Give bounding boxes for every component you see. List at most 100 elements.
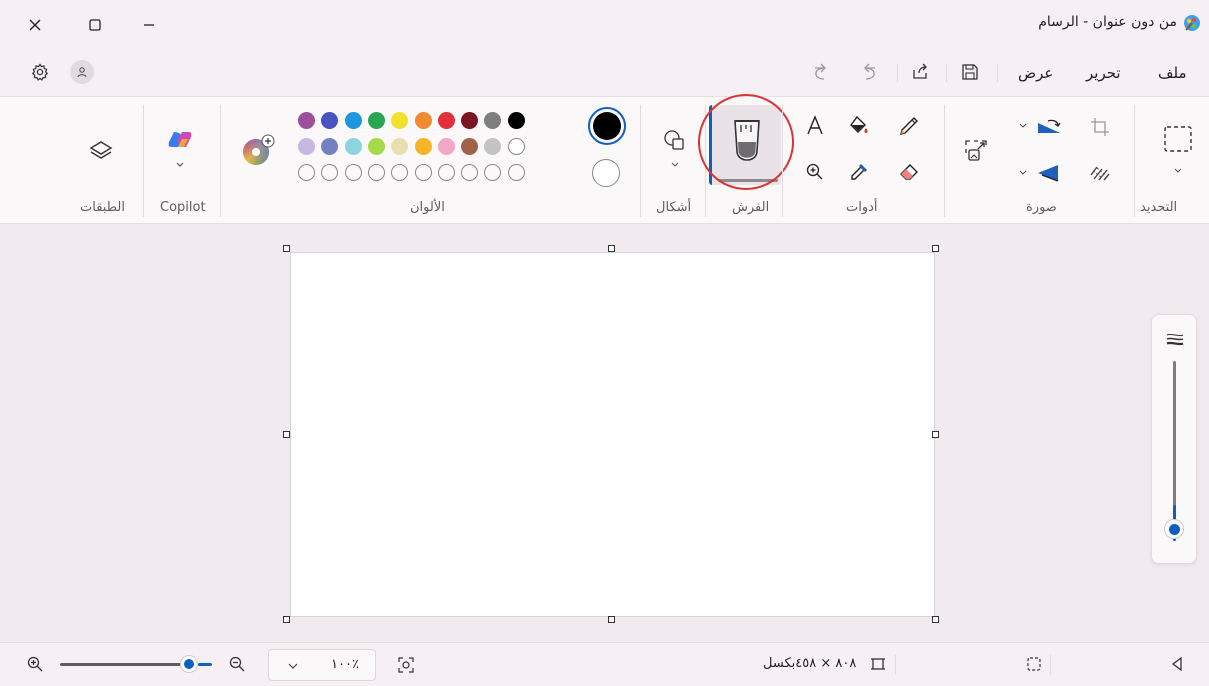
color-swatch[interactable] [391,112,409,129]
layers-button[interactable] [87,137,115,165]
redo-button[interactable] [806,58,834,86]
eyedropper-icon [851,164,867,180]
selection-button[interactable] [1158,121,1198,179]
custom-color-slot[interactable] [461,164,479,181]
custom-color-slot[interactable] [484,164,502,181]
brush-size-track[interactable] [1173,361,1176,529]
custom-color-slot[interactable] [367,164,385,181]
maximize-button[interactable] [78,12,112,38]
custom-color-slot[interactable] [507,164,525,181]
rotate-button[interactable] [1012,113,1066,141]
account-button[interactable] [70,60,94,84]
remove-background-button[interactable] [1086,159,1114,187]
primary-color-selector[interactable] [588,107,626,145]
copilot-button[interactable] [162,125,198,173]
zoom-value: ١٠٠٪ [331,657,359,672]
color-swatch[interactable] [437,112,455,129]
crop-button[interactable] [1086,113,1114,141]
color-swatch[interactable] [367,138,385,155]
chevron-down-icon [288,663,298,669]
color-swatch[interactable] [321,138,339,155]
resize-handle-top-right[interactable] [932,245,939,252]
custom-color-slot[interactable] [391,164,409,181]
color-swatch[interactable] [484,138,502,155]
color-swatch[interactable] [298,112,315,129]
redo-icon [815,63,826,80]
color-swatch[interactable] [391,138,409,155]
save-button[interactable] [956,58,984,86]
zoom-slider-thumb[interactable] [180,655,198,673]
shapes-button[interactable] [660,125,690,173]
canvas-size-icon [870,656,886,672]
text-tool-button[interactable] [800,111,830,141]
color-swatch[interactable] [344,112,362,129]
resize-handle-bottom-right[interactable] [932,616,939,623]
zoom-dropdown[interactable]: ١٠٠٪ [268,649,376,681]
flip-button[interactable] [1012,159,1066,187]
color-swatch[interactable] [461,138,479,155]
color-picker-tool-button[interactable] [844,157,874,187]
paint-app-icon [1183,14,1201,32]
custom-color-slot[interactable] [344,164,362,181]
selection-group-label: التحديد [1140,200,1178,215]
minimize-icon [144,24,154,26]
resize-handle-top-left[interactable] [283,245,290,252]
share-button[interactable] [906,58,934,86]
color-swatch[interactable] [321,112,339,129]
resize-handle-right[interactable] [932,431,939,438]
color-swatch[interactable] [484,112,502,129]
primary-color-swatch [593,112,621,140]
copilot-group-label: Copilot [160,200,206,215]
brush-size-thumb[interactable] [1164,519,1184,539]
custom-color-slot[interactable] [298,164,315,181]
shapes-icon [664,130,684,167]
shapes-group-label: أشكال [656,200,692,215]
color-swatch[interactable] [298,138,315,155]
rotate-icon [1019,119,1061,133]
resize-icon [965,140,987,161]
eraser-tool-button[interactable] [894,157,924,187]
zoom-in-icon [27,656,43,672]
pencil-tool-button[interactable] [894,111,924,141]
fit-to-window-button[interactable] [394,653,418,677]
menu-file[interactable]: ملف [1158,64,1187,82]
resize-handle-bottom-left[interactable] [283,616,290,623]
color-swatch[interactable] [507,112,525,129]
custom-color-slot[interactable] [414,164,432,181]
drawing-canvas[interactable] [290,252,935,617]
close-icon [29,19,41,31]
remove-background-icon [1090,166,1110,181]
undo-button[interactable] [856,58,884,86]
brushes-group-label: الفرش [732,200,770,215]
menu-view[interactable]: عرض [1018,64,1053,82]
minimize-button[interactable] [132,12,166,38]
color-swatch[interactable] [437,138,455,155]
fill-tool-button[interactable] [844,111,874,141]
color-swatch[interactable] [414,138,432,155]
color-swatch[interactable] [367,112,385,129]
color-swatch[interactable] [344,138,362,155]
zoom-slider-track[interactable] [60,663,188,666]
resize-handle-bottom[interactable] [608,616,615,623]
image-resize-button[interactable] [960,135,992,167]
highlight-ring [698,94,794,190]
settings-button[interactable] [26,58,54,86]
resize-handle-top[interactable] [608,245,615,252]
color-swatch[interactable] [461,112,479,129]
menu-edit[interactable]: تحرير [1086,64,1121,82]
eraser-icon [900,164,918,180]
zoom-in-button[interactable] [24,653,46,675]
close-button[interactable] [18,12,52,38]
window-title: من دون عنوان - الرسام [1038,14,1177,30]
maximize-icon [89,19,101,31]
color-swatch[interactable] [507,138,525,155]
resize-handle-left[interactable] [283,431,290,438]
custom-color-slot[interactable] [437,164,455,181]
zoom-out-button[interactable] [226,653,248,675]
color-swatch[interactable] [414,112,432,129]
fit-to-window-icon [398,657,414,673]
secondary-color-swatch[interactable] [592,159,620,187]
magnifier-tool-button[interactable] [800,157,830,187]
custom-color-slot[interactable] [321,164,339,181]
edit-colors-button[interactable] [240,133,276,169]
